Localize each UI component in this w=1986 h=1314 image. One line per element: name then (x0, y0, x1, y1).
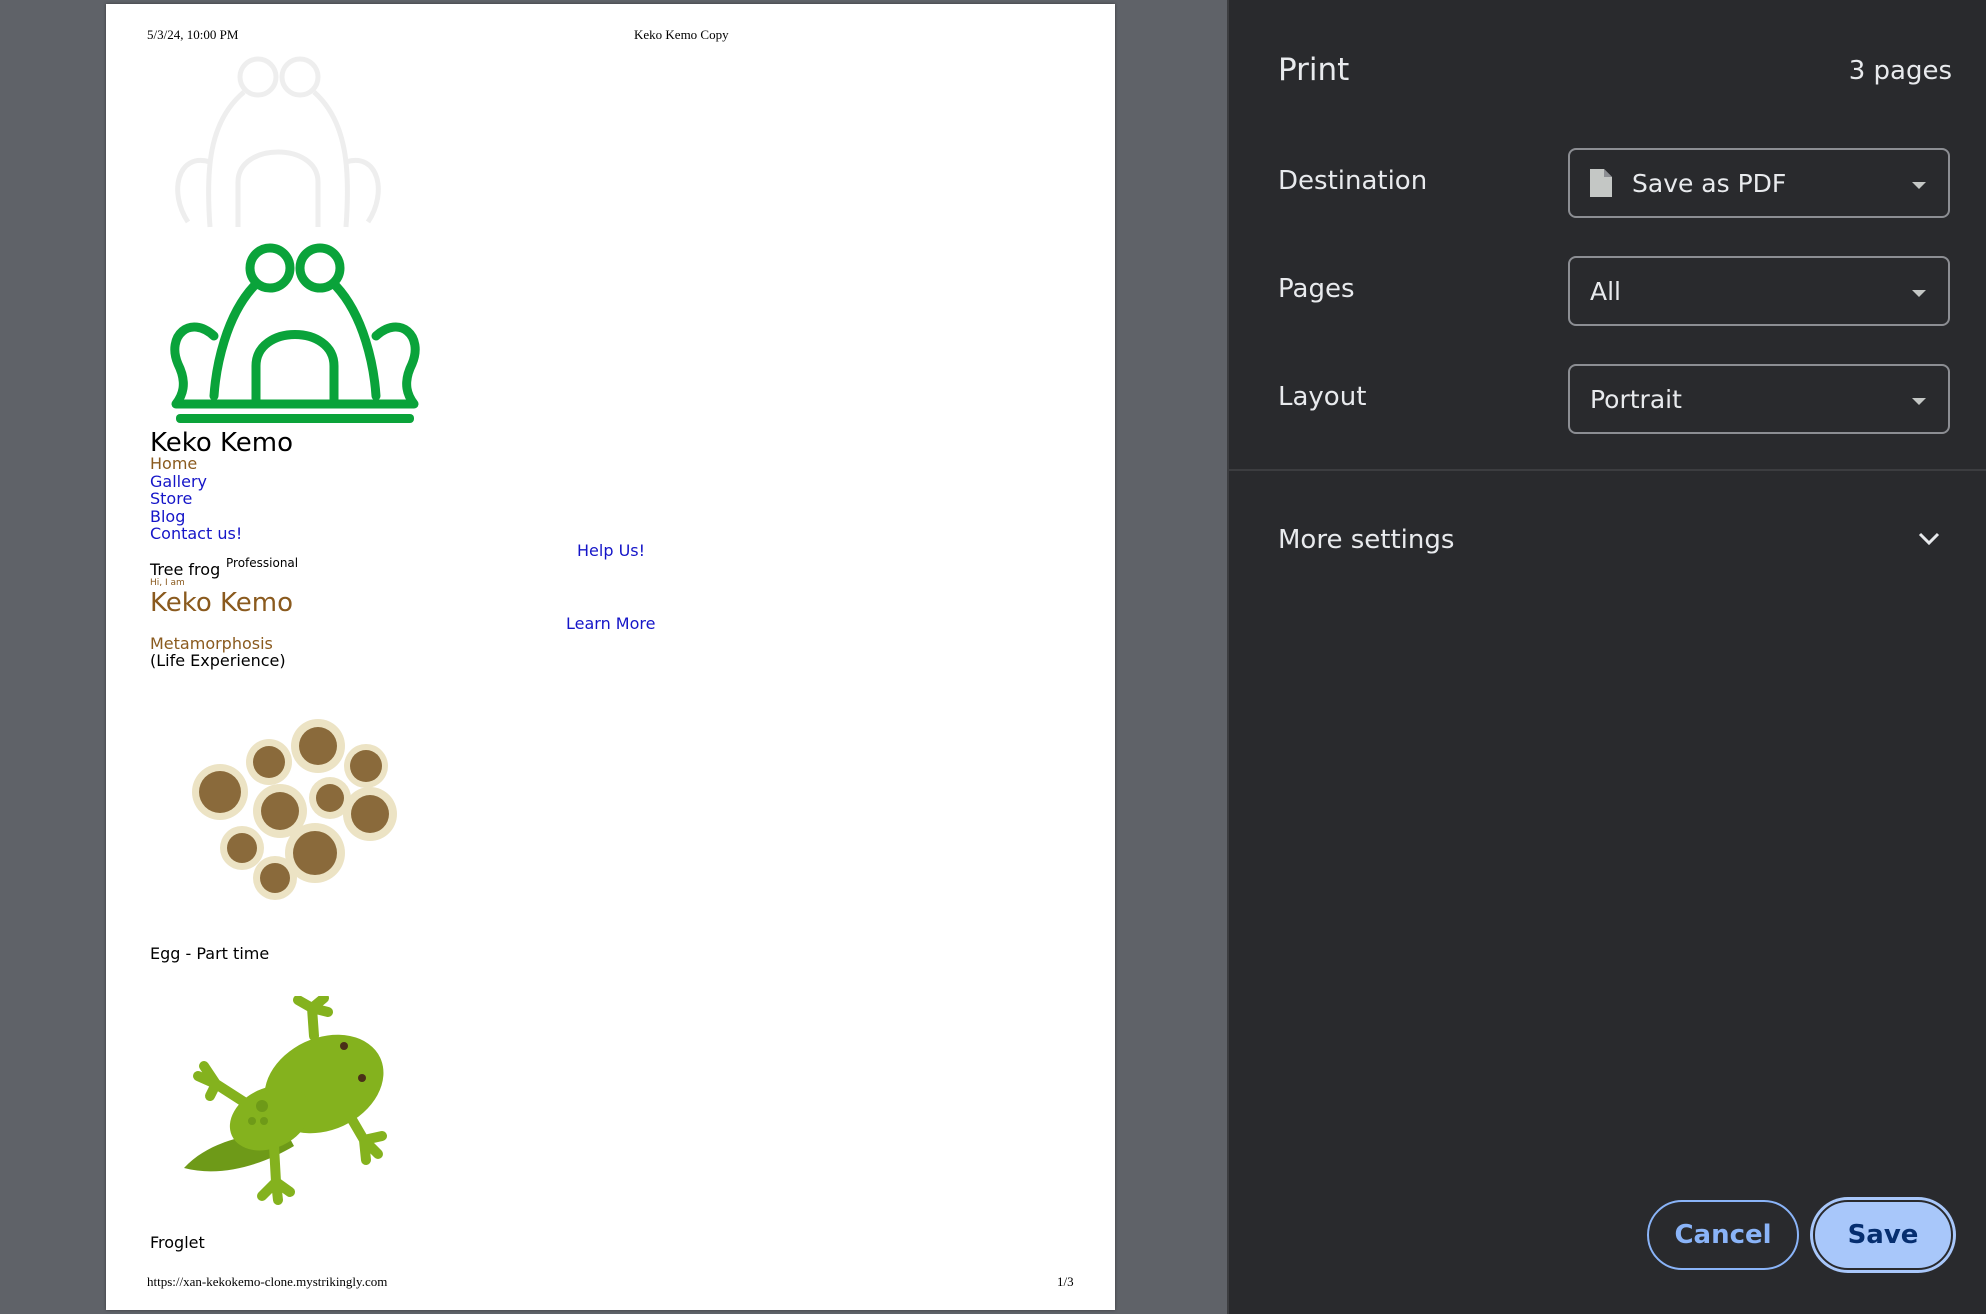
destination-select[interactable]: Save as PDF (1568, 148, 1950, 218)
pages-select[interactable]: All (1568, 256, 1950, 326)
more-settings-toggle[interactable]: More settings (1278, 525, 1454, 555)
dropdown-arrow-icon (1912, 182, 1926, 189)
destination-value: Save as PDF (1632, 169, 1787, 198)
page-count: 3 pages (1848, 56, 1952, 86)
egg-caption: Egg - Part time (150, 944, 270, 963)
print-preview-area: 5/3/24, 10:00 PM Keko Kemo Copy Keko Kem… (0, 0, 1227, 1314)
save-button[interactable]: Save (1813, 1200, 1953, 1270)
nav-item-gallery[interactable]: Gallery (150, 472, 242, 491)
pages-label: Pages (1278, 274, 1355, 304)
page-footer-number: 1/3 (1057, 1274, 1074, 1289)
froglet-image (184, 996, 387, 1205)
nav-item-store[interactable]: Store (150, 490, 242, 508)
help-us-link[interactable]: Help Us! (577, 541, 645, 560)
layout-label: Layout (1278, 382, 1367, 412)
nav-item-blog[interactable]: Blog (150, 507, 242, 526)
panel-divider (1229, 469, 1986, 471)
eggs-image (192, 719, 397, 900)
faded-frog-logo-image (175, 56, 381, 228)
page-header-title: Keko Kemo Copy (634, 27, 729, 42)
site-nav: Home Gallery Store Blog Contact us! (150, 455, 242, 543)
chevron-down-icon[interactable] (1918, 532, 1940, 546)
learn-more-link[interactable]: Learn More (566, 614, 655, 633)
nav-item-contact[interactable]: Contact us! (150, 525, 242, 543)
page-header-date: 5/3/24, 10:00 PM (147, 27, 239, 42)
pages-value: All (1590, 277, 1621, 306)
layout-select[interactable]: Portrait (1568, 364, 1950, 434)
tree-frog-text: Tree frog (150, 560, 221, 579)
print-title: Print (1278, 52, 1350, 88)
document-icon (1590, 169, 1612, 197)
preview-page: 5/3/24, 10:00 PM Keko Kemo Copy Keko Kem… (106, 4, 1115, 1310)
hero-name: Keko Kemo (150, 588, 294, 618)
nav-item-home[interactable]: Home (150, 455, 242, 473)
dropdown-arrow-icon (1912, 398, 1926, 405)
destination-label: Destination (1278, 166, 1428, 196)
hi-i-am-text: Hi, I am (150, 578, 185, 588)
dropdown-arrow-icon (1912, 290, 1926, 297)
froglet-caption: Froglet (150, 1233, 205, 1252)
page-footer-url: https://xan-kekokemo-clone.mystrikingly.… (147, 1274, 388, 1289)
professional-text: Professional (226, 556, 299, 570)
print-settings-panel: Print 3 pages Destination Save as PDF Pa… (1227, 0, 1986, 1314)
life-experience-text: (Life Experience) (150, 651, 286, 670)
frog-logo-image (170, 243, 420, 423)
cancel-button[interactable]: Cancel (1647, 1200, 1799, 1270)
layout-value: Portrait (1590, 385, 1682, 414)
